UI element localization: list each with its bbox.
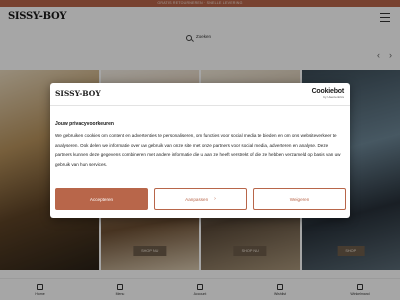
cookiebot-sub: by Usercentrics bbox=[323, 95, 344, 99]
dialog-divider bbox=[50, 105, 350, 106]
deny-button[interactable]: Weigeren bbox=[253, 188, 346, 210]
dialog-site-logo: SISSY-BOY bbox=[55, 89, 101, 98]
cookiebot-name: Cookiebot bbox=[311, 88, 345, 95]
customize-label: Aanpassen bbox=[185, 196, 209, 202]
dialog-body: We gebruiken cookies om content en adver… bbox=[55, 133, 341, 167]
cookiebot-logo[interactable]: Cookiebot by Usercentrics bbox=[311, 88, 345, 99]
chevron-right-icon: › bbox=[214, 196, 216, 202]
cookie-consent-dialog: SISSY-BOY Cookiebot by Usercentrics Jouw… bbox=[50, 83, 350, 218]
accept-button[interactable]: Accepteren bbox=[55, 188, 148, 210]
customize-button[interactable]: Aanpassen › bbox=[154, 188, 247, 210]
dialog-title: Jouw privacyvoorkeuren bbox=[55, 121, 114, 127]
